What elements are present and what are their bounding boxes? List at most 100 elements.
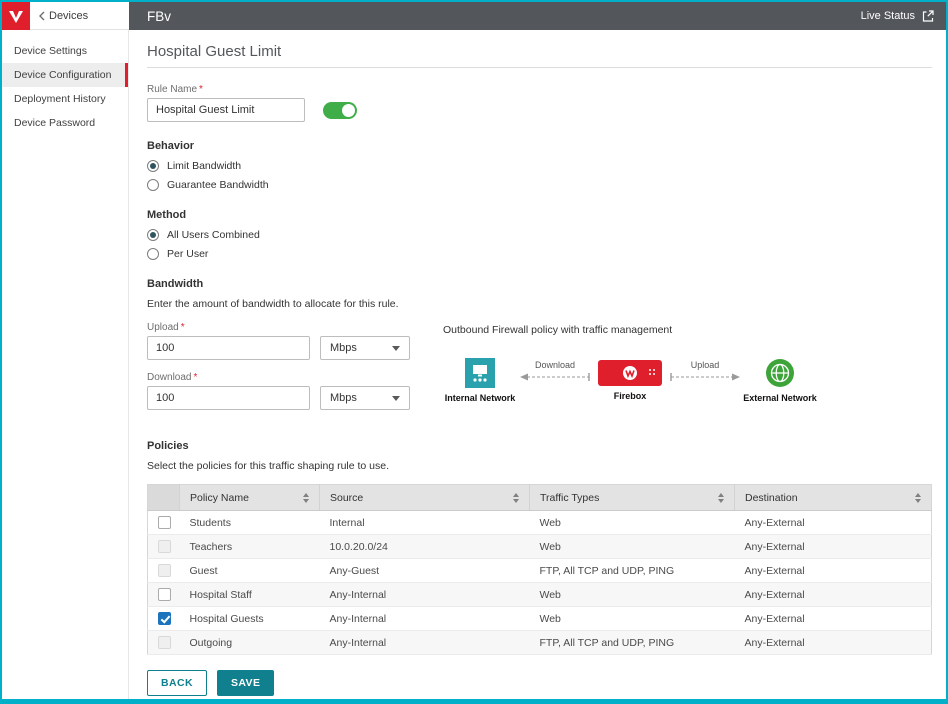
cell-destination: Any-External [735, 511, 932, 535]
radio-label: All Users Combined [167, 229, 260, 241]
save-button[interactable]: SAVE [217, 670, 274, 696]
method-section-title: Method [147, 209, 932, 221]
cell-source: 10.0.20.0/24 [320, 535, 530, 559]
table-row: Teachers 10.0.20.0/24 Web Any-External [148, 535, 932, 559]
external-link-icon [922, 10, 934, 22]
traffic-diagram: Outbound Firewall policy with traffic ma… [443, 322, 932, 422]
bandwidth-description: Enter the amount of bandwidth to allocat… [147, 298, 932, 310]
arrow-right-icon [669, 371, 741, 383]
upload-value-input[interactable] [147, 336, 310, 360]
diagram-caption: Outbound Firewall policy with traffic ma… [443, 324, 932, 336]
rule-name-input[interactable] [147, 98, 305, 122]
device-header-bar: FBv Live Status [129, 2, 946, 30]
cell-policy-name: Teachers [180, 535, 320, 559]
column-header-destination[interactable]: Destination [735, 485, 932, 511]
radio-limit-bandwidth[interactable]: Limit Bandwidth [147, 160, 932, 172]
cell-source: Any-Internal [320, 607, 530, 631]
back-chevron-icon[interactable] [38, 11, 45, 21]
sidebar-item-device-configuration[interactable]: Device Configuration [2, 63, 128, 87]
cell-destination: Any-External [735, 631, 932, 655]
firebox-node: Firebox [593, 358, 667, 401]
upload-arrow-label: Upload [691, 360, 720, 370]
cell-traffic-types: Web [530, 607, 735, 631]
radio-guarantee-bandwidth[interactable]: Guarantee Bandwidth [147, 179, 932, 191]
bandwidth-section-title: Bandwidth [147, 278, 932, 290]
required-mark: * [181, 322, 185, 333]
radio-all-users-combined[interactable]: All Users Combined [147, 229, 932, 241]
policies-section-title: Policies [147, 440, 932, 452]
download-arrow-label: Download [535, 360, 575, 370]
cell-policy-name: Hospital Staff [180, 583, 320, 607]
table-row: Hospital Staff Any-Internal Web Any-Exte… [148, 583, 932, 607]
cell-policy-name: Guest [180, 559, 320, 583]
upload-label: Upload* [147, 322, 443, 333]
table-header-row: Policy Name Source Traffic Types [148, 485, 932, 511]
main-content: Hospital Guest Limit Rule Name* Behavior… [129, 30, 946, 699]
sidebar: Device Settings Device Configuration Dep… [2, 30, 129, 699]
sort-icon[interactable] [303, 493, 309, 503]
sort-icon[interactable] [718, 493, 724, 503]
download-unit-value: Mbps [330, 392, 357, 404]
sidebar-item-device-settings[interactable]: Device Settings [2, 39, 128, 63]
live-status-button[interactable]: Live Status [861, 10, 934, 22]
live-status-label: Live Status [861, 10, 915, 22]
sort-icon[interactable] [915, 493, 921, 503]
table-row: Outgoing Any-Internal FTP, All TCP and U… [148, 631, 932, 655]
cell-destination: Any-External [735, 535, 932, 559]
row-checkbox[interactable] [158, 588, 171, 601]
sidebar-item-device-password[interactable]: Device Password [2, 111, 128, 135]
upload-arrow: Upload [667, 358, 743, 383]
page-title: Hospital Guest Limit [147, 43, 932, 68]
upload-unit-select[interactable]: Mbps [320, 336, 410, 360]
watchguard-logo-icon [2, 2, 30, 30]
cell-source: Any-Internal [320, 583, 530, 607]
cell-traffic-types: FTP, All TCP and UDP, PING [530, 631, 735, 655]
rule-name-label: Rule Name* [147, 84, 932, 95]
sort-icon[interactable] [513, 493, 519, 503]
cell-traffic-types: FTP, All TCP and UDP, PING [530, 559, 735, 583]
cell-traffic-types: Web [530, 535, 735, 559]
radio-label: Limit Bandwidth [167, 160, 241, 172]
download-unit-select[interactable]: Mbps [320, 386, 410, 410]
back-button[interactable]: BACK [147, 670, 207, 696]
internal-network-label: Internal Network [445, 393, 516, 403]
row-checkbox [158, 540, 171, 553]
firebox-icon [598, 360, 662, 386]
top-bar: Devices FBv Live Status [2, 2, 946, 30]
arrow-left-icon [519, 371, 591, 383]
table-row: Students Internal Web Any-External [148, 511, 932, 535]
sidebar-item-deployment-history[interactable]: Deployment History [2, 87, 128, 111]
row-checkbox[interactable] [158, 612, 171, 625]
column-header-source[interactable]: Source [320, 485, 530, 511]
cell-traffic-types: Web [530, 583, 735, 607]
cell-destination: Any-External [735, 583, 932, 607]
cell-policy-name: Hospital Guests [180, 607, 320, 631]
devices-back-link[interactable]: Devices [49, 10, 88, 22]
firebox-label: Firebox [614, 391, 647, 401]
column-header-traffic-types[interactable]: Traffic Types [530, 485, 735, 511]
external-network-icon [765, 358, 795, 388]
checkbox-column-header [148, 485, 180, 511]
required-mark: * [199, 84, 203, 95]
radio-button[interactable] [147, 229, 159, 241]
required-mark: * [193, 372, 197, 383]
internal-network-node: Internal Network [443, 358, 517, 403]
radio-button[interactable] [147, 248, 159, 260]
cell-source: Any-Internal [320, 631, 530, 655]
cell-destination: Any-External [735, 607, 932, 631]
topbar-brand-area: Devices [2, 2, 129, 30]
radio-button[interactable] [147, 179, 159, 191]
rule-enabled-toggle[interactable] [323, 102, 357, 119]
column-header-policy-name[interactable]: Policy Name [180, 485, 320, 511]
app-window: Devices FBv Live Status Device Settings … [0, 0, 948, 704]
row-checkbox[interactable] [158, 516, 171, 529]
cell-traffic-types: Web [530, 511, 735, 535]
cell-destination: Any-External [735, 559, 932, 583]
external-network-node: External Network [743, 358, 817, 403]
radio-button[interactable] [147, 160, 159, 172]
radio-per-user[interactable]: Per User [147, 248, 932, 260]
device-title: FBv [147, 9, 171, 24]
download-value-input[interactable] [147, 386, 310, 410]
internal-network-icon [465, 358, 495, 388]
policies-description: Select the policies for this traffic sha… [147, 460, 932, 472]
